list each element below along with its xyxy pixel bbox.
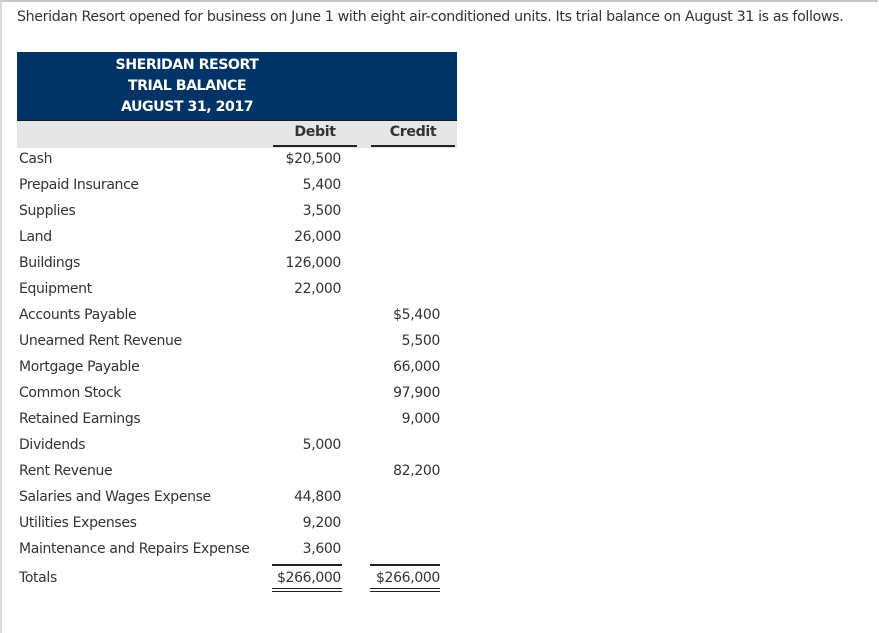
credit-amount: 9,000	[401, 411, 441, 427]
debit-total: $266,000	[276, 570, 341, 586]
debit-amount: 3,600	[302, 541, 342, 557]
credit-amount: 97,900	[393, 385, 440, 401]
account-name: Prepaid Insurance	[19, 177, 139, 193]
debit-amount: $20,500	[285, 151, 342, 167]
debit-amount: 44,800	[294, 489, 341, 505]
totals-row: Totals $266,000 $266,000	[17, 564, 457, 594]
account-row: Dividends 5,000	[17, 434, 457, 460]
debit-amount: 9,200	[302, 515, 342, 531]
account-row: Maintenance and Repairs Expense 3,600	[17, 538, 457, 564]
credit-double-underline-2	[370, 591, 440, 593]
credit-amount: 66,000	[393, 359, 440, 375]
debit-header-underline	[273, 145, 357, 147]
account-row: Retained Earnings 9,000	[17, 408, 457, 434]
intro-text: Sheridan Resort opened for business on J…	[17, 9, 844, 25]
account-name: Supplies	[19, 203, 76, 219]
account-name: Unearned Rent Revenue	[19, 333, 182, 349]
account-rows: Cash $20,500 Prepaid Insurance 5,400 Supplie…	[17, 148, 457, 564]
statement-date: AUGUST 31, 2017	[120, 99, 254, 115]
debit-amount: 126,000	[285, 255, 342, 271]
account-row: Accounts Payable $5,400	[17, 304, 457, 330]
column-header-row: Debit Credit	[17, 121, 457, 148]
company-name: SHERIDAN RESORT	[115, 57, 259, 73]
credit-total-rule	[370, 564, 440, 566]
credit-column-header: Credit	[389, 124, 437, 140]
credit-amount: 82,200	[393, 463, 440, 479]
debit-double-underline-1	[272, 588, 342, 590]
account-name: Buildings	[19, 255, 80, 271]
account-row: Utilities Expenses 9,200	[17, 512, 457, 538]
credit-double-underline-1	[370, 588, 440, 590]
account-row: Unearned Rent Revenue 5,500	[17, 330, 457, 356]
trial-balance-header: SHERIDAN RESORT TRIAL BALANCE AUGUST 31,…	[17, 52, 457, 118]
account-name: Land	[19, 229, 52, 245]
account-row: Mortgage Payable 66,000	[17, 356, 457, 382]
account-name: Common Stock	[19, 385, 122, 401]
account-row: Salaries and Wages Expense 44,800	[17, 486, 457, 512]
account-row: Buildings 126,000	[17, 252, 457, 278]
debit-total-rule	[272, 564, 342, 566]
account-row: Land 26,000	[17, 226, 457, 252]
account-name: Utilities Expenses	[19, 515, 137, 531]
account-name: Salaries and Wages Expense	[19, 489, 211, 505]
account-name: Rent Revenue	[19, 463, 113, 479]
credit-amount: $5,400	[393, 307, 440, 323]
debit-column-header: Debit	[294, 124, 336, 140]
account-row: Rent Revenue 82,200	[17, 460, 457, 486]
account-row: Cash $20,500	[17, 148, 457, 174]
account-row: Common Stock 97,900	[17, 382, 457, 408]
debit-amount: 5,400	[302, 177, 342, 193]
account-row: Prepaid Insurance 5,400	[17, 174, 457, 200]
account-name: Accounts Payable	[19, 307, 137, 323]
account-row: Supplies 3,500	[17, 200, 457, 226]
account-name: Retained Earnings	[19, 411, 141, 427]
account-name: Cash	[19, 151, 53, 167]
account-name: Maintenance and Repairs Expense	[19, 541, 250, 557]
credit-header-underline	[371, 145, 455, 147]
trial-balance-table: SHERIDAN RESORT TRIAL BALANCE AUGUST 31,…	[17, 52, 457, 594]
debit-amount: 3,500	[302, 203, 342, 219]
account-name: Dividends	[19, 437, 86, 453]
statement-title: TRIAL BALANCE	[127, 78, 247, 94]
account-name: Equipment	[19, 281, 92, 297]
credit-total: $266,000	[375, 570, 440, 586]
debit-double-underline-2	[272, 591, 342, 593]
account-name: Mortgage Payable	[19, 359, 140, 375]
debit-amount: 26,000	[294, 229, 341, 245]
account-row: Equipment 22,000	[17, 278, 457, 304]
totals-label: Totals	[19, 570, 57, 586]
credit-amount: 5,500	[401, 333, 441, 349]
debit-amount: 22,000	[294, 281, 341, 297]
debit-amount: 5,000	[302, 437, 342, 453]
